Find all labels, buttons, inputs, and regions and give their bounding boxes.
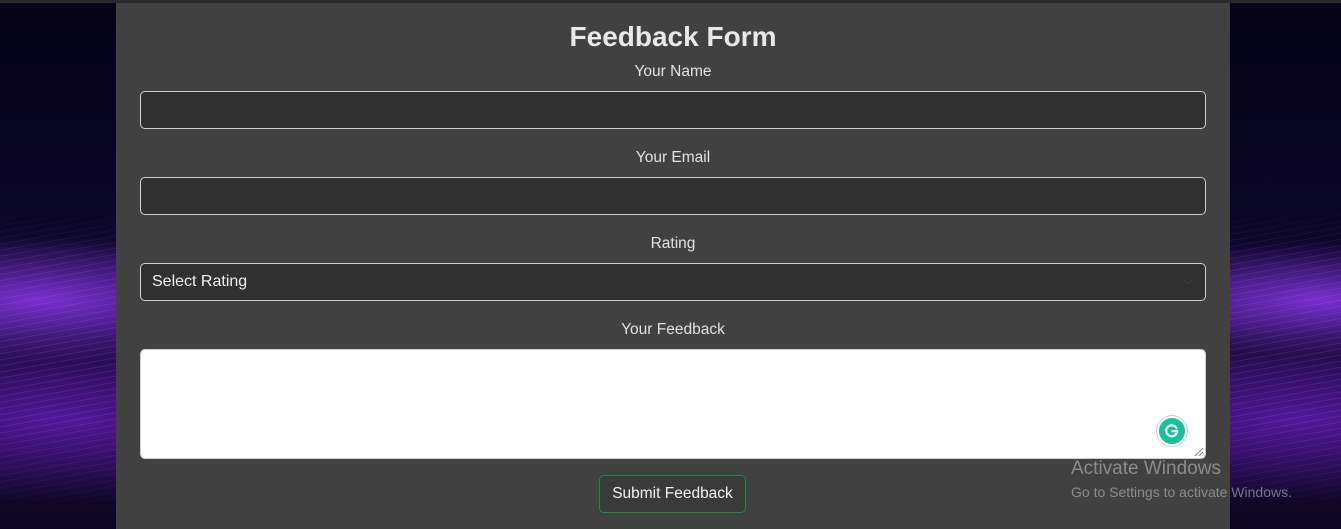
email-label: Your Email [635,149,711,166]
email-input[interactable] [140,177,1206,215]
feedback-textarea[interactable] [140,349,1206,459]
rating-selected-value: Select Rating [152,273,248,290]
name-label: Your Name [634,63,712,80]
feedback-form-panel: Feedback Form Your Name Your Email Ratin… [116,3,1230,529]
feedback-label: Your Feedback [621,321,725,338]
windows-activation-watermark: Activate Windows Go to Settings to activ… [1071,458,1292,502]
name-input[interactable] [140,91,1206,129]
submit-feedback-button[interactable]: Submit Feedback [599,475,746,513]
watermark-title: Activate Windows [1071,458,1221,479]
rating-label: Rating [650,235,696,252]
form-title: Feedback Form [569,21,777,52]
grammarly-icon[interactable] [1157,416,1187,446]
watermark-subtitle: Go to Settings to activate Windows. [1071,484,1292,500]
resize-handle[interactable] [1195,448,1203,456]
chevron-down-icon [1182,276,1194,288]
rating-select[interactable]: Select Rating [140,263,1206,301]
